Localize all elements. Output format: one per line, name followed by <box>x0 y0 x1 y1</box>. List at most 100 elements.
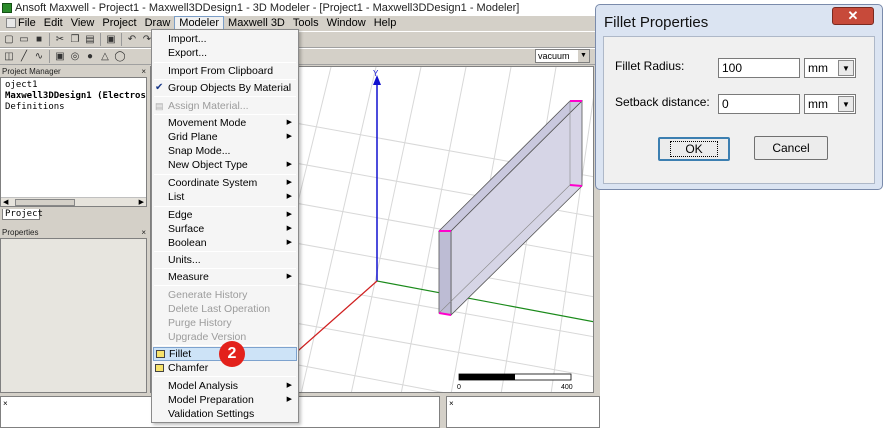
project-manager-header: Project Manager × <box>0 66 148 77</box>
chevron-down-icon[interactable]: ▼ <box>838 96 854 112</box>
menu-item-group-by-material[interactable]: ✔ Group Objects By Material <box>152 81 298 95</box>
menu-file[interactable]: File <box>2 16 40 31</box>
menu-item-new-object-type[interactable]: New Object Type ▶ <box>152 158 298 172</box>
paste-icon[interactable]: ▤ <box>83 33 97 46</box>
line-icon[interactable]: ╱ <box>17 50 31 63</box>
toolbar-draw: ◫ ╱ ∿ ▣ ◎ ● △ ◯ <box>0 48 600 65</box>
sphere-icon[interactable]: ● <box>83 50 97 63</box>
dialog-body: Fillet Radius: 100 mm ▼ Setback distance… <box>603 36 875 184</box>
setback-distance-input[interactable]: 0 <box>718 94 800 114</box>
menu-separator <box>154 79 296 80</box>
material-select[interactable]: vacuum ▼ <box>535 49 590 63</box>
menu-help[interactable]: Help <box>370 16 401 31</box>
save-icon[interactable]: ■ <box>32 33 46 46</box>
scroll-right-icon[interactable]: ▶ <box>139 198 144 206</box>
cancel-button[interactable]: Cancel <box>754 136 828 160</box>
app-icon <box>2 3 12 13</box>
horizontal-scrollbar[interactable]: ◀ ▶ <box>1 197 146 206</box>
menu-item-validation-settings[interactable]: Validation Settings <box>152 407 298 421</box>
submenu-arrow-icon: ▶ <box>286 193 292 200</box>
box-object[interactable] <box>438 100 583 316</box>
menu-item-grid-plane[interactable]: Grid Plane ▶ <box>152 130 298 144</box>
menu-item-snap-mode[interactable]: Snap Mode... <box>152 144 298 158</box>
menu-item-export[interactable]: Export... <box>152 46 298 60</box>
menu-item-generate-history: Generate History <box>168 289 248 301</box>
menu-item-import[interactable]: Import... <box>152 32 298 46</box>
step-badge: 2 <box>219 341 245 367</box>
setback-distance-label: Setback distance: <box>615 95 710 109</box>
open-icon[interactable]: ▭ <box>17 33 31 46</box>
dialog-title: Fillet Properties <box>604 14 709 31</box>
close-icon[interactable]: × <box>3 399 8 408</box>
ok-button[interactable]: OK <box>658 137 730 161</box>
undo-icon[interactable]: ↶ <box>125 33 139 46</box>
menu-separator <box>154 62 296 63</box>
fillet-radius-input[interactable]: 100 <box>718 58 800 78</box>
menu-edit[interactable]: Edit <box>40 16 67 31</box>
properties-header: Properties × <box>0 227 148 238</box>
tree-item-design[interactable]: Maxwell3DDesign1 (Electrost <box>5 91 146 102</box>
menu-item-boolean[interactable]: Boolean ▶ <box>152 236 298 250</box>
scale-end-label: 400 <box>561 384 573 391</box>
box-icon[interactable]: ▣ <box>53 50 67 63</box>
torus-icon[interactable]: ◯ <box>113 50 127 63</box>
chevron-down-icon[interactable]: ▼ <box>838 60 854 76</box>
scroll-left-icon[interactable]: ◀ <box>3 198 8 206</box>
copy-icon[interactable]: ❐ <box>68 33 82 46</box>
tree-item-definitions[interactable]: Definitions <box>5 102 142 113</box>
close-icon[interactable]: × <box>141 227 146 238</box>
cut-icon[interactable]: ✂ <box>53 33 67 46</box>
submenu-arrow-icon: ▶ <box>286 211 292 218</box>
menu-item-coordinate-system[interactable]: Coordinate System ▶ <box>152 176 298 190</box>
menu-item-list[interactable]: List ▶ <box>152 190 298 204</box>
menu-item-units[interactable]: Units... <box>152 253 298 267</box>
tree-item-project[interactable]: oject1 <box>5 80 142 91</box>
scale-start-label: 0 <box>457 384 461 391</box>
menu-item-model-preparation[interactable]: Model Preparation ▶ <box>152 393 298 407</box>
close-icon[interactable]: × <box>449 399 454 408</box>
new-icon[interactable]: ▢ <box>2 33 16 46</box>
print-icon[interactable]: ▣ <box>104 33 118 46</box>
submenu-arrow-icon: ▶ <box>286 119 292 126</box>
toolbar-separator <box>100 33 101 46</box>
toolbar-separator <box>49 50 50 63</box>
menu-item-import-clipboard[interactable]: Import From Clipboard <box>152 64 298 78</box>
toolbar-separator <box>49 33 50 46</box>
chevron-down-icon[interactable]: ▼ <box>578 50 589 62</box>
menu-item-edge[interactable]: Edge ▶ <box>152 208 298 222</box>
spline-icon[interactable]: ∿ <box>32 50 46 63</box>
scroll-thumb[interactable] <box>15 199 75 206</box>
menu-view[interactable]: View <box>67 16 99 31</box>
menu-separator <box>154 96 296 97</box>
fillet-radius-label: Fillet Radius: <box>615 59 685 73</box>
window-title: Ansoft Maxwell - Project1 - Maxwell3DDes… <box>15 2 520 14</box>
fillet-icon <box>156 350 165 358</box>
cylinder-icon[interactable]: ◎ <box>68 50 82 63</box>
menu-separator <box>154 251 296 252</box>
cone-icon[interactable]: △ <box>98 50 112 63</box>
tab-project[interactable]: Project <box>2 209 43 220</box>
close-icon[interactable]: × <box>141 66 146 77</box>
submenu-arrow-icon: ▶ <box>286 161 292 168</box>
close-button[interactable]: ✕ <box>832 7 874 25</box>
submenu-arrow-icon: ▶ <box>286 225 292 232</box>
setback-unit-select[interactable]: mm ▼ <box>804 94 856 114</box>
menu-separator <box>154 206 296 207</box>
properties-panel <box>0 238 147 393</box>
y-axis-label: Y <box>373 69 379 78</box>
select-icon[interactable]: ◫ <box>2 50 16 63</box>
toolbar-standard: ▢ ▭ ■ ✂ ❐ ▤ ▣ ↶ ↷ <box>0 31 600 48</box>
menu-project[interactable]: Project <box>98 16 140 31</box>
menu-item-assign-material: ▤ Assign Material... <box>155 100 249 112</box>
menu-item-measure[interactable]: Measure ▶ <box>152 270 298 284</box>
menu-window[interactable]: Window <box>323 16 370 31</box>
menu-item-movement-mode[interactable]: Movement Mode ▶ <box>152 116 298 130</box>
submenu-arrow-icon: ▶ <box>286 396 292 403</box>
menu-item-surface[interactable]: Surface ▶ <box>152 222 298 236</box>
menu-item-model-analysis[interactable]: Model Analysis ▶ <box>152 379 298 393</box>
properties-title: Properties <box>2 228 39 237</box>
menu-item-delete-last-operation: Delete Last Operation <box>168 303 271 315</box>
x-axis <box>376 280 593 323</box>
fillet-radius-unit-select[interactable]: mm ▼ <box>804 58 856 78</box>
project-manager-title: Project Manager <box>2 67 61 76</box>
